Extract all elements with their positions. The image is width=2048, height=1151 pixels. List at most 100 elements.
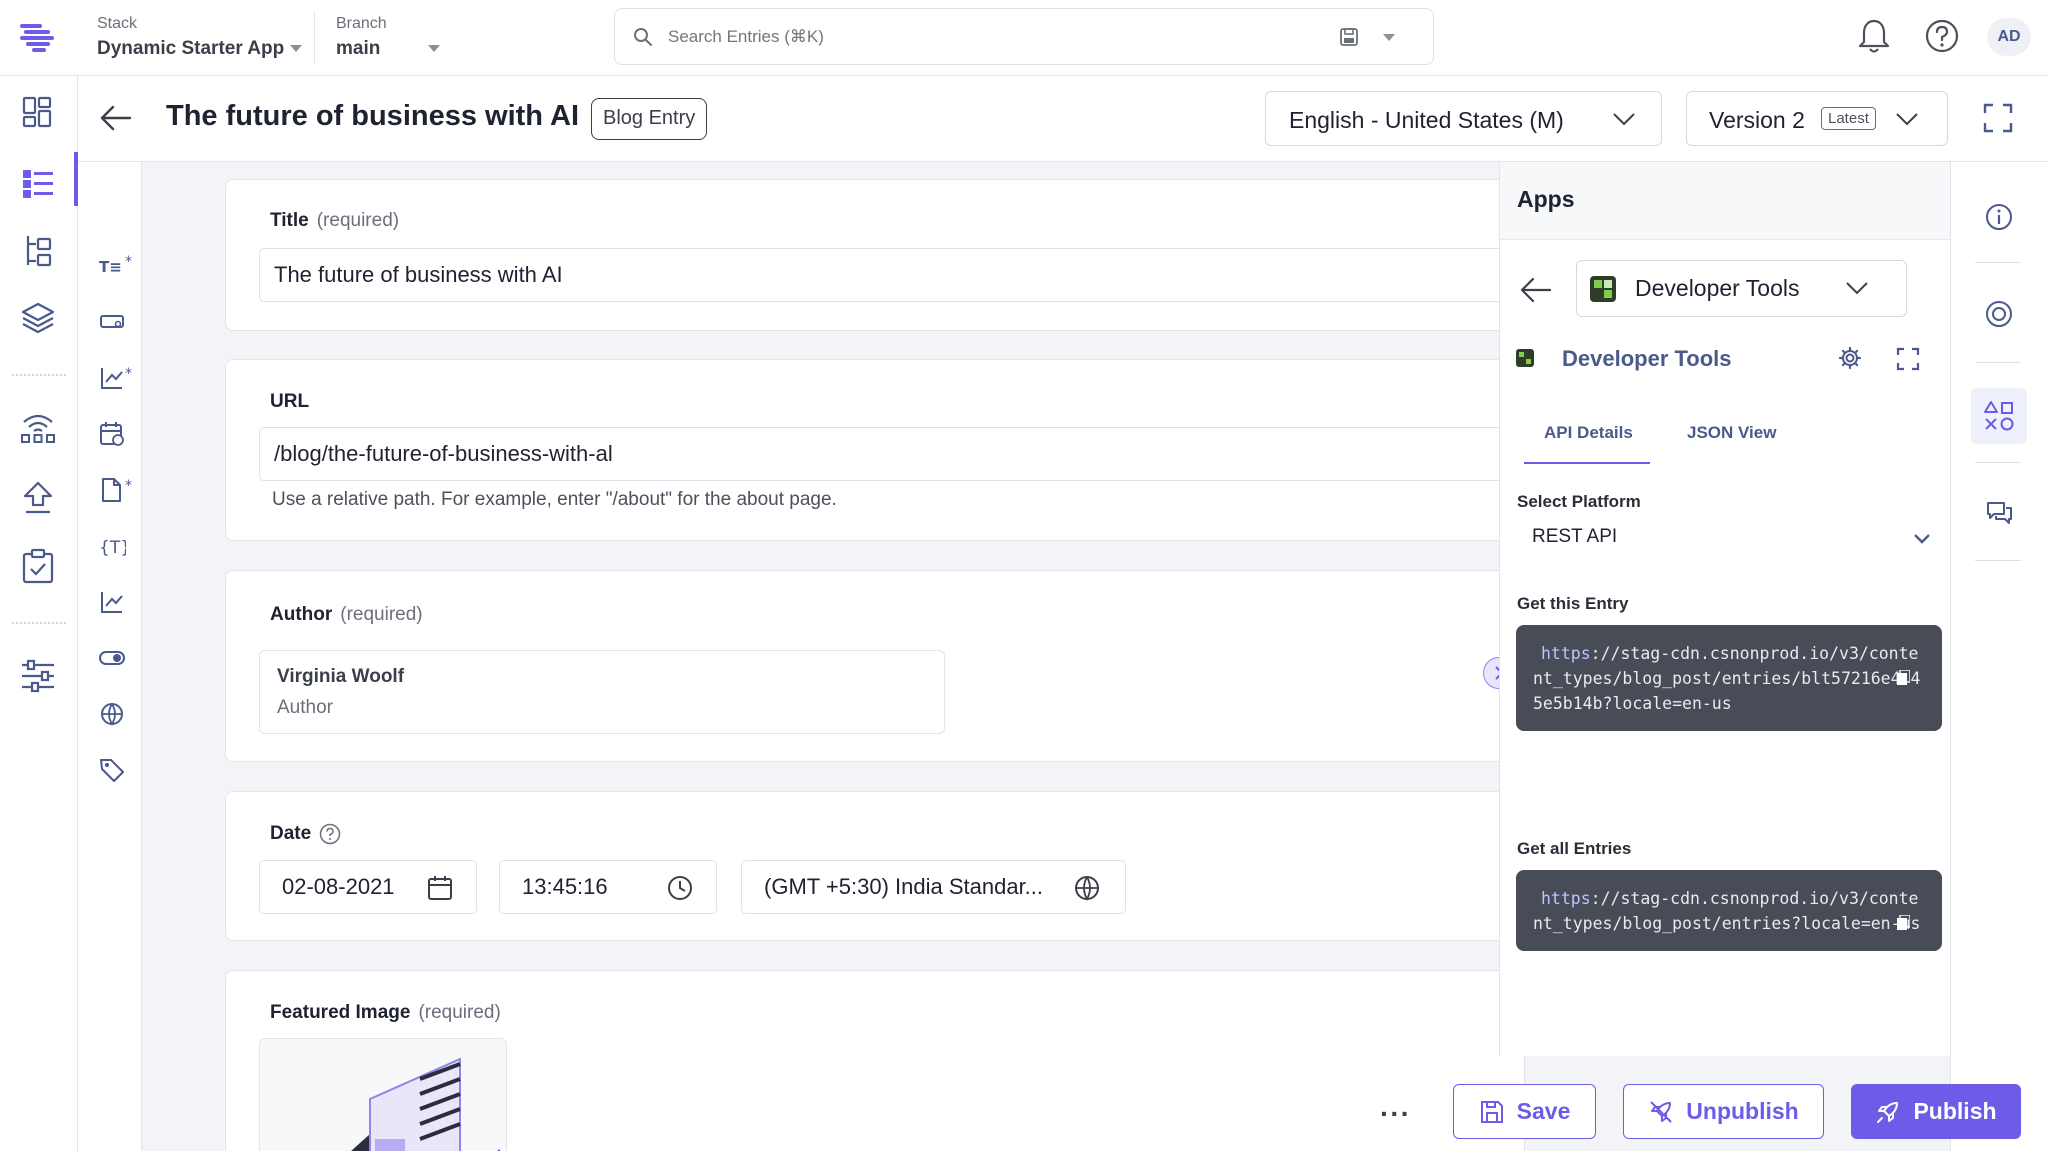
publish-button[interactable]: Publish	[1851, 1084, 2021, 1139]
avatar[interactable]: AD	[1987, 18, 2031, 56]
svg-text:*: *	[125, 478, 132, 494]
assets-layers-icon[interactable]	[18, 298, 58, 338]
search-icon	[633, 27, 653, 47]
title-field-card: Title (required) The future of business w…	[225, 179, 1559, 331]
deploy-icon[interactable]	[18, 478, 58, 518]
webhooks-icon[interactable]	[18, 406, 58, 446]
back-arrow-icon[interactable]	[1520, 276, 1552, 304]
back-arrow-icon[interactable]	[100, 104, 132, 132]
fullscreen-icon[interactable]	[1983, 103, 2013, 133]
version-select[interactable]: Version 2 Latest	[1686, 91, 1948, 146]
stack-name: Dynamic Starter App	[97, 38, 285, 59]
settings-sliders-icon[interactable]	[18, 656, 58, 696]
right-rail	[1950, 162, 2048, 1151]
help-icon[interactable]	[1924, 18, 1960, 54]
save-button[interactable]: Save	[1453, 1084, 1596, 1139]
releases-icon[interactable]	[1984, 299, 2014, 329]
platform-label: Select Platform	[1517, 492, 1641, 511]
copy-icon[interactable]	[1896, 670, 1910, 686]
url-hint: Use a relative path. For example, enter …	[272, 489, 837, 510]
tasks-icon[interactable]	[18, 546, 58, 586]
latest-tag: Latest	[1821, 107, 1876, 130]
time-input[interactable]: 13:45:16	[499, 860, 717, 914]
chevron-down-icon	[1913, 533, 1931, 545]
branch-selector[interactable]: main	[336, 38, 440, 60]
platform-select[interactable]: REST API	[1517, 518, 1943, 562]
dashboard-icon[interactable]	[18, 92, 58, 132]
get-all-entries-code-block: https://stag-cdn.csnonprod.io/v3/content…	[1516, 870, 1942, 951]
expand-icon[interactable]	[1896, 347, 1920, 371]
title-field-label: Title (required)	[270, 210, 400, 231]
svg-text:*: *	[125, 366, 132, 382]
locale-select[interactable]: English - United States (M)	[1265, 91, 1662, 146]
globe-field-icon[interactable]	[98, 700, 126, 728]
chevron-down-icon	[1895, 112, 1919, 126]
url-input[interactable]: /blog/the-future-of-business-with-al	[259, 427, 1559, 481]
copy-icon[interactable]	[1896, 915, 1910, 931]
apps-panel: Apps Developer Tools Developer Tools API…	[1499, 162, 1951, 1056]
calendar-icon[interactable]	[426, 874, 454, 902]
apps-panel-title: Apps	[1517, 186, 1575, 212]
get-entry-label: Get this Entry	[1517, 594, 1629, 613]
reference-field-icon[interactable]: *	[98, 364, 132, 392]
entries-icon[interactable]	[18, 163, 58, 203]
branch-name: main	[336, 38, 381, 59]
tab-api-details[interactable]: API Details	[1544, 423, 1633, 443]
author-reference-card[interactable]: Virginia Woolf Author	[259, 650, 945, 734]
bell-icon[interactable]	[1856, 17, 1892, 55]
rocket-icon	[1875, 1099, 1901, 1125]
get-all-entries-label: Get all Entries	[1517, 839, 1632, 858]
date-field-card: Date 02-08-2021 13:45:16 (GMT +5:30) Ind…	[225, 791, 1525, 941]
chart-field-icon[interactable]	[98, 588, 126, 616]
search-input[interactable]	[668, 27, 1308, 47]
divider	[12, 374, 66, 376]
svg-text:T≡: T≡	[99, 258, 122, 276]
text-field-icon[interactable]: T≡ *	[98, 252, 132, 280]
content-models-icon[interactable]	[18, 231, 58, 271]
app-select[interactable]: Developer Tools	[1576, 260, 1907, 317]
author-field-label: Author (required)	[270, 604, 423, 625]
more-options-button[interactable]: ···	[1380, 1098, 1411, 1130]
help-icon[interactable]	[319, 823, 341, 845]
comments-icon[interactable]	[1984, 497, 2014, 527]
contentstack-logo-icon[interactable]	[18, 20, 56, 54]
left-nav	[0, 76, 78, 1151]
apps-panel-header: Apps	[1500, 162, 1951, 240]
search-options-caret-icon[interactable]	[1383, 34, 1395, 42]
title-input[interactable]: The future of business with AI	[259, 248, 1559, 302]
apps-icon[interactable]	[1971, 388, 2027, 444]
developer-tools-logo-icon	[1589, 275, 1617, 303]
version-value: Version 2	[1709, 107, 1805, 133]
branch-label: Branch	[336, 15, 387, 32]
unpublish-rocket-icon	[1648, 1099, 1674, 1125]
app-select-value: Developer Tools	[1635, 275, 1800, 301]
boolean-field-icon[interactable]	[98, 644, 126, 672]
stack-selector[interactable]: Dynamic Starter App	[97, 38, 303, 60]
save-label: Save	[1516, 1098, 1571, 1124]
tag-field-icon[interactable]	[98, 756, 126, 784]
unpublish-button[interactable]: Unpublish	[1623, 1084, 1824, 1139]
timezone-select[interactable]: (GMT +5:30) India Standar...	[741, 860, 1126, 914]
tab-json-view[interactable]: JSON View	[1687, 423, 1776, 443]
caret-down-icon	[290, 45, 303, 53]
date-input[interactable]: 02-08-2021	[259, 860, 477, 914]
json-field-icon[interactable]: {T}	[98, 532, 126, 560]
featured-image-label: Featured Image (required)	[270, 1002, 501, 1023]
search-bar[interactable]	[614, 8, 1434, 65]
divider	[1975, 262, 2021, 263]
file-field-icon[interactable]: *	[98, 476, 132, 504]
info-icon[interactable]	[1984, 202, 2014, 232]
link-field-icon[interactable]	[98, 308, 126, 336]
author-type: Author	[277, 697, 333, 718]
get-entry-code-block: https://stag-cdn.csnonprod.io/v3/content…	[1516, 625, 1942, 731]
globe-icon	[1073, 874, 1101, 902]
date-field-icon[interactable]	[98, 420, 126, 448]
featured-image-thumbnail[interactable]	[259, 1038, 507, 1151]
featured-image-card: Featured Image (required)	[225, 970, 1525, 1151]
url-field-card: URL /blog/the-future-of-business-with-al…	[225, 359, 1559, 541]
gear-icon[interactable]	[1838, 346, 1862, 370]
clock-icon[interactable]	[666, 874, 694, 902]
caret-down-icon	[428, 45, 440, 53]
saved-search-icon[interactable]	[1339, 27, 1359, 47]
url-field-label: URL	[270, 391, 310, 412]
